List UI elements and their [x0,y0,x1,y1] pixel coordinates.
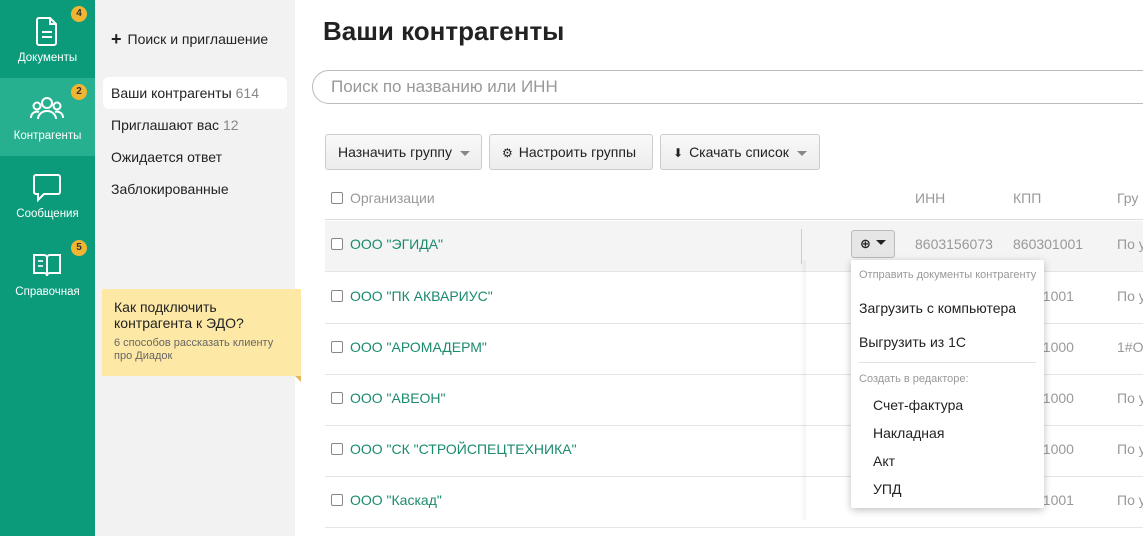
org-name[interactable]: ООО "ПК АКВАРИУС" [350,288,493,304]
document-icon [36,17,57,46]
gear-icon: ⚙ [502,146,513,160]
group-cell: По у [1117,441,1143,457]
search-invite-link[interactable]: + Поиск и приглашение [111,28,268,49]
menu-shadow [800,260,806,520]
column-group: Гру [1117,190,1139,206]
rail-item-documents[interactable]: 4 Документы [0,0,95,78]
download-list-label: Скачать список [689,144,789,160]
send-documents-menu: Отправить документы контрагенту Загрузит… [851,260,1044,508]
rail-label-help: Справочная [15,286,80,298]
table-header: Организации ИНН КПП Гру [325,180,1143,220]
column-org-label: Организации [350,190,435,206]
subnav-item-your-counterparties[interactable]: Ваши контрагенты 614 [103,77,287,109]
assign-group-button[interactable]: Назначить группу [325,134,482,170]
promo-subtitle: 6 способов рассказать клиенту про Диадок [114,337,274,362]
subnav-item-count: 614 [235,85,259,101]
subnav-item-label: Ваши контрагенты [111,85,232,101]
menu-upd[interactable]: УПД [873,481,901,497]
inn-cell: 8603156073 [915,236,993,252]
org-cell[interactable]: ООО "АРОМАДЕРМ" [331,339,487,355]
group-cell: 1#О [1117,339,1143,355]
menu-waybill[interactable]: Накладная [873,425,944,441]
menu-invoice[interactable]: Счет-фактура [873,397,963,413]
app-rail: 4 Документы 2 Контрагенты Сообщения 5 Сп… [0,0,95,536]
row-checkbox[interactable] [331,341,343,354]
chevron-down-icon [796,150,807,156]
assign-group-label: Назначить группу [338,144,452,160]
kpp-cell: 860301001 [1013,236,1084,252]
row-checkbox[interactable] [331,238,343,251]
org-name[interactable]: ООО "АВЕОН" [350,390,446,406]
subnav-item-label: Приглашают вас [111,117,220,133]
download-icon: ⬇ [673,146,684,160]
org-cell[interactable]: ООО "Каскад" [331,492,442,508]
group-cell: По у [1117,288,1143,304]
group-cell: По у [1117,390,1143,406]
column-kpp: КПП [1013,190,1042,206]
rail-item-messages[interactable]: Сообщения [0,156,95,234]
menu-act[interactable]: Акт [873,453,895,469]
org-name[interactable]: ООО "Каскад" [350,492,442,508]
org-name[interactable]: ООО "АРОМАДЕРМ" [350,339,487,355]
menu-create-header: Создать в редакторе: [859,373,969,385]
people-icon [30,97,64,120]
row-checkbox[interactable] [331,290,343,303]
book-icon [33,254,61,277]
documents-badge: 4 [71,6,87,22]
group-cell: По у [1117,236,1143,252]
rail-label-counterparties: Контрагенты [13,130,82,142]
search-input[interactable]: Поиск по названию или ИНН [312,70,1143,104]
counterparties-badge: 2 [71,84,87,100]
org-cell[interactable]: ООО "ПК АКВАРИУС" [331,288,493,304]
menu-upload-from-computer[interactable]: Загрузить с компьютера [859,300,1016,316]
subnav-item-invite-you[interactable]: Приглашают вас 12 [103,109,287,141]
document-plus-icon: ⊕ [860,236,871,251]
column-inn: ИНН [915,190,946,206]
search-invite-label: Поиск и приглашение [127,31,269,47]
subnav-item-awaiting-response[interactable]: Ожидается ответ [103,141,287,173]
column-org: Организации [331,190,435,206]
chevron-down-icon [459,150,470,156]
menu-send-header: Отправить документы контрагенту [859,269,1037,281]
subnav-item-blocked[interactable]: Заблокированные [103,173,287,205]
subnav-item-label: Заблокированные [111,181,229,197]
rail-label-documents: Документы [17,52,78,64]
main-content: Ваши контрагенты Поиск по названию или И… [295,0,1143,536]
org-cell[interactable]: ООО "АВЕОН" [331,390,446,406]
org-cell[interactable]: ООО "ЭГИДА" [331,236,443,252]
menu-export-from-1c[interactable]: Выгрузить из 1С [859,334,966,350]
send-documents-button[interactable]: ⊕ [851,230,895,258]
row-divider [801,229,802,264]
subnav-item-label: Ожидается ответ [111,149,222,165]
org-name[interactable]: ООО "СК "СТРОЙСПЕЦТЕХНИКА" [350,441,577,457]
page-title: Ваши контрагенты [323,16,565,46]
group-cell: По у [1117,492,1143,508]
promo-title: Как подключить контрагента к ЭДО? [114,299,244,331]
row-checkbox[interactable] [331,392,343,405]
org-cell[interactable]: ООО "СК "СТРОЙСПЕЦТЕХНИКА" [331,441,577,457]
help-badge: 5 [71,240,87,256]
menu-divider [859,362,1036,363]
rail-item-counterparties[interactable]: 2 Контрагенты [0,78,95,156]
sub-navigation: + Поиск и приглашение Ваши контрагенты 614… [95,0,301,536]
plus-icon: + [111,29,122,49]
rail-label-messages: Сообщения [16,208,79,220]
configure-groups-button[interactable]: ⚙ Настроить группы [489,134,653,170]
subnav-item-count: 12 [223,117,239,133]
chat-bubble-icon [33,174,61,203]
configure-groups-label: Настроить группы [518,144,637,160]
rail-item-help[interactable]: 5 Справочная [0,234,95,312]
row-checkbox[interactable] [331,443,343,456]
row-checkbox[interactable] [331,494,343,507]
chevron-down-icon [876,240,886,245]
select-all-checkbox[interactable] [331,192,343,205]
org-name[interactable]: ООО "ЭГИДА" [350,236,443,252]
promo-card[interactable]: Как подключить контрагента к ЭДО? 6 спос… [102,289,301,382]
download-list-button[interactable]: ⬇ Скачать список [660,134,820,170]
